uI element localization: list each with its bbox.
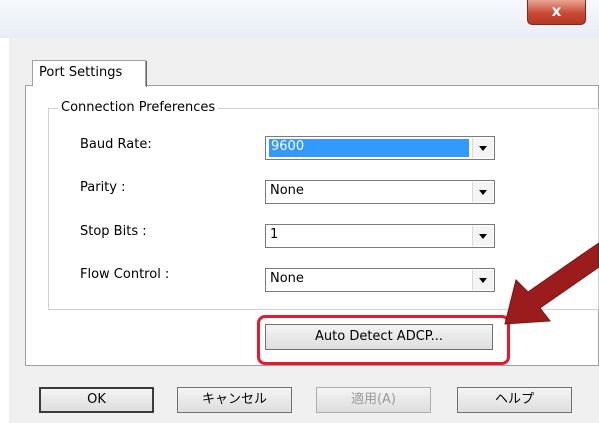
flow-control-select[interactable]: None [265,268,495,292]
annotation-arrow [504,242,599,325]
stop-bits-value: 1 [270,227,279,242]
tab-label: Port Settings [39,65,123,80]
close-icon: x [551,2,562,20]
tab-port-settings[interactable]: Port Settings [32,60,147,87]
chevron-down-icon[interactable] [472,138,493,158]
group-label: Connection Preferences [58,100,219,115]
parity-value: None [270,183,304,198]
title-bar [0,0,599,38]
flow-control-value: None [270,271,304,286]
parity-label: Parity : [80,180,126,195]
parity-select[interactable]: None [265,180,495,204]
stop-bits-select[interactable]: 1 [265,224,495,248]
chevron-down-icon[interactable] [472,182,493,202]
baud-rate-select[interactable]: 9600 [265,136,495,160]
help-button[interactable]: ヘルプ [457,387,572,413]
stop-bits-label: Stop Bits : [80,224,147,239]
apply-button[interactable]: 適用(A) [316,387,431,413]
close-button[interactable]: x [527,0,586,25]
flow-control-label: Flow Control : [80,267,170,282]
baud-rate-label: Baud Rate: [80,137,152,152]
ok-button[interactable]: OK [39,387,154,413]
chevron-down-icon[interactable] [472,226,493,246]
highlight-annotation [257,315,510,365]
baud-rate-value: 9600 [269,139,469,157]
chevron-down-icon[interactable] [472,270,493,290]
cancel-button[interactable]: キャンセル [177,387,292,413]
